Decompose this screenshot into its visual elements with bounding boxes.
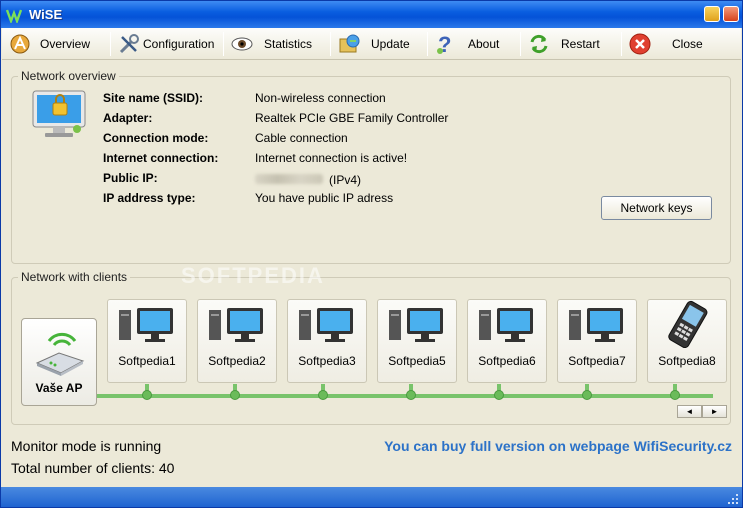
window-close-button[interactable] bbox=[723, 6, 739, 22]
close-icon bbox=[628, 32, 652, 56]
public-ip-label: Public IP: bbox=[103, 171, 158, 185]
network-overview-legend: Network overview bbox=[18, 69, 119, 83]
update-button[interactable]: Update bbox=[331, 30, 427, 58]
mobile-phone-icon bbox=[668, 300, 708, 348]
status-bar bbox=[1, 487, 742, 507]
client-label: Softpedia2 bbox=[208, 354, 266, 368]
public-ip-value: (IPv4) bbox=[255, 171, 361, 187]
client-label: Softpedia5 bbox=[388, 354, 446, 368]
client-label: Softpedia1 bbox=[118, 354, 176, 368]
connection-mode-row: Connection mode: Cable connection bbox=[103, 131, 348, 147]
adapter-value: Realtek PCIe GBE Family Controller bbox=[255, 111, 449, 125]
tools-icon bbox=[117, 32, 141, 56]
network-keys-button[interactable]: Network keys bbox=[601, 196, 712, 220]
connection-mode-value: Cable connection bbox=[255, 131, 348, 145]
client-card[interactable]: Softpedia7 bbox=[557, 299, 637, 383]
client-card[interactable]: Softpedia1 bbox=[107, 299, 187, 383]
title-bar[interactable]: WiSE bbox=[1, 1, 742, 28]
access-point-card[interactable]: Vaše AP bbox=[21, 318, 97, 406]
ssid-label: Site name (SSID): bbox=[103, 91, 204, 105]
bus-node bbox=[230, 390, 240, 400]
window-title: WiSE bbox=[29, 7, 63, 22]
monitor-status-text: Monitor mode is running bbox=[11, 438, 162, 454]
adapter-row: Adapter: Realtek PCIe GBE Family Control… bbox=[103, 111, 448, 127]
overview-icon bbox=[8, 32, 32, 56]
update-label: Update bbox=[371, 36, 410, 51]
desktop-computer-icon bbox=[479, 308, 533, 342]
main-window: WiSE Overview Configuration Statistics U… bbox=[0, 0, 743, 508]
desktop-computer-icon bbox=[209, 308, 263, 342]
client-label: Softpedia7 bbox=[568, 354, 626, 368]
ip-type-label: IP address type: bbox=[103, 191, 196, 205]
desktop-computer-icon bbox=[389, 308, 443, 342]
about-button[interactable]: ? About bbox=[428, 30, 520, 58]
help-icon: ? bbox=[434, 32, 458, 56]
client-label: Softpedia8 bbox=[658, 354, 716, 368]
client-card[interactable]: Softpedia3 bbox=[287, 299, 367, 383]
restart-label: Restart bbox=[561, 36, 600, 51]
internet-connection-value: Internet connection is active! bbox=[255, 151, 408, 165]
bus-node bbox=[582, 390, 592, 400]
ip-type-row: IP address type: You have public IP adre… bbox=[103, 191, 393, 207]
bus-node bbox=[494, 390, 504, 400]
scroll-left-button[interactable]: ◄ bbox=[677, 405, 702, 418]
configuration-label: Configuration bbox=[143, 36, 215, 51]
scroll-right-button[interactable]: ► bbox=[702, 405, 727, 418]
statistics-button[interactable]: Statistics bbox=[224, 30, 330, 58]
ssid-value: Non-wireless connection bbox=[255, 91, 386, 105]
client-label: Softpedia6 bbox=[478, 354, 536, 368]
client-card[interactable]: Softpedia6 bbox=[467, 299, 547, 383]
access-point-label: Vaše AP bbox=[35, 381, 83, 395]
internet-connection-row: Internet connection: Internet connection… bbox=[103, 151, 407, 167]
about-label: About bbox=[468, 36, 500, 51]
desktop-computer-icon bbox=[119, 308, 173, 342]
public-ip-row: Public IP: (IPv4) bbox=[103, 171, 361, 187]
toolbar: Overview Configuration Statistics Update bbox=[2, 28, 741, 60]
desktop-computer-icon bbox=[299, 308, 353, 342]
client-label: Softpedia3 bbox=[298, 354, 356, 368]
internet-connection-label: Internet connection: bbox=[103, 151, 219, 165]
network-bus-line bbox=[97, 394, 713, 398]
desktop-computer-icon bbox=[569, 308, 623, 342]
restart-icon bbox=[527, 32, 551, 56]
close-button[interactable]: Close bbox=[622, 30, 712, 58]
overview-label: Overview bbox=[40, 36, 91, 51]
client-card[interactable]: Softpedia8 bbox=[647, 299, 727, 383]
wise-logo-icon bbox=[5, 6, 23, 24]
bus-node bbox=[406, 390, 416, 400]
bus-node bbox=[318, 390, 328, 400]
clients-scroller: ◄ ► bbox=[677, 405, 727, 418]
adapter-label: Adapter: bbox=[103, 111, 153, 125]
network-monitor-icon bbox=[31, 89, 87, 142]
ip-type-value: You have public IP adress bbox=[255, 191, 394, 205]
restart-button[interactable]: Restart bbox=[521, 30, 621, 58]
router-icon bbox=[35, 332, 85, 376]
client-card[interactable]: Softpedia5 bbox=[377, 299, 457, 383]
bus-node bbox=[670, 390, 680, 400]
update-icon bbox=[337, 32, 361, 56]
configuration-button[interactable]: Configuration bbox=[111, 30, 223, 58]
eye-icon bbox=[230, 32, 254, 56]
overview-button[interactable]: Overview bbox=[2, 30, 110, 58]
connection-mode-label: Connection mode: bbox=[103, 131, 209, 145]
statistics-label: Statistics bbox=[264, 36, 313, 51]
redacted-ip bbox=[255, 174, 323, 184]
resize-grip-icon[interactable] bbox=[727, 493, 739, 505]
bus-node bbox=[142, 390, 152, 400]
network-clients-legend: Network with clients bbox=[18, 270, 131, 284]
client-card[interactable]: Softpedia2 bbox=[197, 299, 277, 383]
buy-full-version-link[interactable]: You can buy full version on webpage Wifi… bbox=[384, 438, 732, 454]
watermark: SOFTPEDIA bbox=[181, 263, 325, 288]
client-count-text: Total number of clients: 40 bbox=[11, 460, 175, 476]
close-label: Close bbox=[672, 36, 703, 51]
minimize-button[interactable] bbox=[704, 6, 720, 22]
ssid-row: Site name (SSID): Non-wireless connectio… bbox=[103, 91, 386, 107]
ip-version: (IPv4) bbox=[329, 173, 362, 187]
